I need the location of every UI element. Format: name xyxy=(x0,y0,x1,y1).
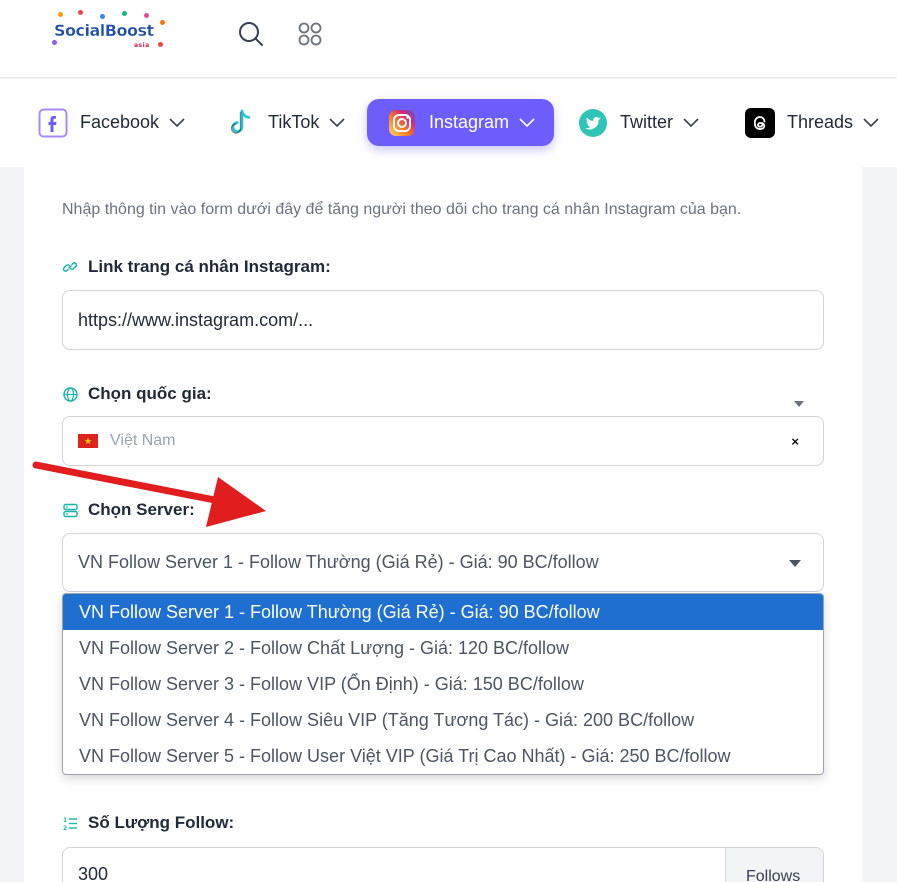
nav-item-threads[interactable]: Threads xyxy=(745,99,879,146)
quantity-label-text: Số Lượng Follow: xyxy=(88,813,235,832)
link-label: Link trang cá nhân Instagram: xyxy=(62,257,331,277)
link-label-text: Link trang cá nhân Instagram: xyxy=(88,257,331,276)
platform-nav: Facebook TikTok Instagram Twitter Thread… xyxy=(0,79,897,167)
instagram-icon xyxy=(387,108,417,138)
instagram-link-input[interactable]: https://www.instagram.com/... xyxy=(62,290,824,350)
top-header: SocialBoost asia xyxy=(0,0,897,78)
threads-icon xyxy=(745,107,775,138)
list-numbered-icon: 12 xyxy=(62,815,78,831)
server-select[interactable]: VN Follow Server 1 - Follow Thường (Giá … xyxy=(62,533,824,592)
tiktok-icon xyxy=(226,108,256,138)
chevron-down-icon xyxy=(683,117,699,127)
nav-label-instagram: Instagram xyxy=(429,112,510,132)
nav-label-tiktok: TikTok xyxy=(268,112,320,132)
country-label-text: Chọn quốc gia: xyxy=(88,384,212,403)
socialboost-logo[interactable]: SocialBoost asia xyxy=(48,10,172,56)
quantity-unit-addon: Follows xyxy=(725,847,824,882)
chevron-down-icon xyxy=(863,117,879,127)
caret-down-icon xyxy=(794,401,804,407)
chevron-down-icon xyxy=(169,117,185,127)
chevron-down-icon xyxy=(519,117,535,127)
nav-item-tiktok[interactable]: TikTok xyxy=(226,99,345,146)
search-icon[interactable] xyxy=(237,20,265,48)
nav-item-twitter[interactable]: Twitter xyxy=(578,99,699,146)
server-dropdown-list: VN Follow Server 1 - Follow Thường (Giá … xyxy=(62,593,824,775)
globe-icon xyxy=(62,386,78,402)
svg-text:1: 1 xyxy=(63,817,67,824)
clear-country-button[interactable]: × xyxy=(791,434,799,449)
twitter-icon xyxy=(578,108,608,138)
server-option-5[interactable]: VN Follow Server 5 - Follow User Việt VI… xyxy=(63,738,823,774)
server-option-1[interactable]: VN Follow Server 1 - Follow Thường (Giá … xyxy=(63,594,823,630)
logo-text: SocialBoost xyxy=(54,21,154,40)
country-label: Chọn quốc gia: xyxy=(62,384,212,404)
annotation-arrow xyxy=(32,461,266,527)
apps-grid-icon[interactable] xyxy=(296,20,324,48)
server-option-2[interactable]: VN Follow Server 2 - Follow Chất Lượng -… xyxy=(63,630,823,666)
server-option-3[interactable]: VN Follow Server 3 - Follow VIP (Ổn Định… xyxy=(63,666,823,702)
server-option-4[interactable]: VN Follow Server 4 - Follow Siêu VIP (Tă… xyxy=(63,702,823,738)
nav-label-threads: Threads xyxy=(787,112,854,132)
server-select-value: VN Follow Server 1 - Follow Thường (Giá … xyxy=(78,552,599,572)
instagram-link-value: https://www.instagram.com/... xyxy=(78,309,314,330)
link-icon xyxy=(62,259,78,275)
vietnam-flag-icon: ★ xyxy=(78,434,98,448)
form-intro-text: Nhập thông tin vào form dưới đây để tăng… xyxy=(62,201,742,218)
country-value: Việt Nam xyxy=(110,432,176,449)
facebook-icon xyxy=(38,108,68,138)
logo-subtext: asia xyxy=(134,42,150,49)
caret-down-icon xyxy=(789,560,801,567)
nav-label-twitter: Twitter xyxy=(620,112,674,132)
quantity-input[interactable]: 300 xyxy=(62,847,726,882)
quantity-label: 12 Số Lượng Follow: xyxy=(62,813,235,833)
nav-item-instagram[interactable]: Instagram xyxy=(367,99,554,146)
nav-label-facebook: Facebook xyxy=(80,112,160,132)
chevron-down-icon xyxy=(329,117,345,127)
svg-text:2: 2 xyxy=(63,825,67,831)
nav-item-facebook[interactable]: Facebook xyxy=(38,99,185,146)
